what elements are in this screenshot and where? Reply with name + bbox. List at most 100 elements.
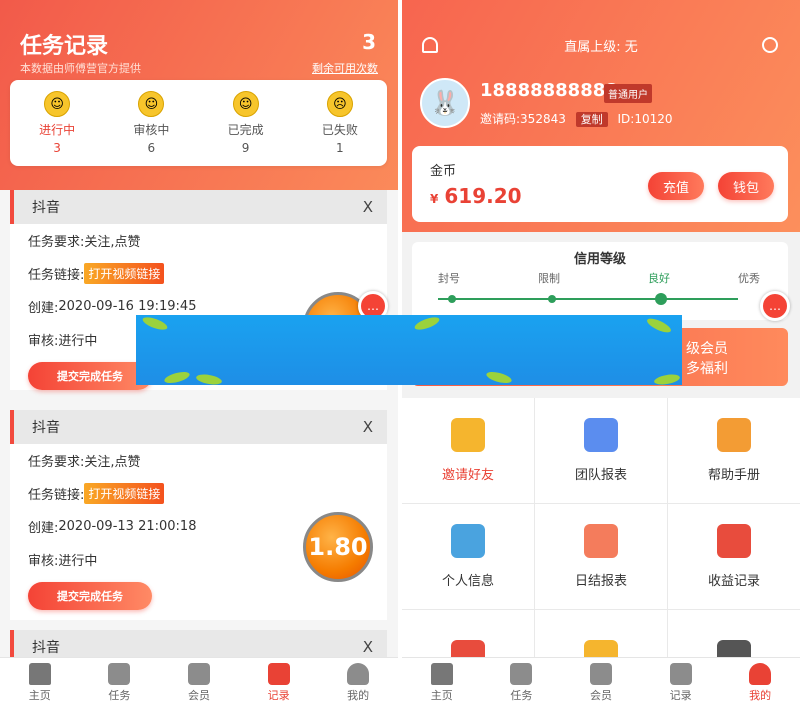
user-icon xyxy=(749,662,772,685)
home-icon xyxy=(28,662,51,685)
coin-amount: ¥619.20 xyxy=(430,184,522,208)
nav-records[interactable]: 记录 xyxy=(641,658,721,707)
credit-level-card: 信用等级 封号 限制 良好 优秀 xyxy=(412,242,788,320)
nav-mine[interactable]: 我的 xyxy=(318,658,398,707)
credit-level: 限制 xyxy=(538,272,560,285)
invite-code: 352843 xyxy=(520,112,566,126)
user-icon xyxy=(347,662,370,685)
reward-coin: 1.80 xyxy=(303,512,373,582)
leaf-decoration xyxy=(195,372,223,385)
id-card-icon xyxy=(451,524,485,558)
wallet-button[interactable]: 钱包 xyxy=(718,172,774,200)
nav-label: 会员 xyxy=(589,688,612,702)
avatar[interactable]: 🐰 xyxy=(420,78,470,128)
menu-personal-info[interactable]: 个人信息 xyxy=(402,504,534,609)
emoji-icon: ☹ xyxy=(326,91,353,117)
stat-count: 6 xyxy=(147,141,156,155)
id-label: ID: xyxy=(617,112,635,126)
task-header: 抖音 X xyxy=(10,190,387,224)
stat-count: 1 xyxy=(336,141,344,155)
menu-team-report[interactable]: 团队报表 xyxy=(535,398,667,503)
emoji-icon: ☺ xyxy=(232,91,259,117)
nav-home[interactable]: 主页 xyxy=(0,658,80,707)
nav-records[interactable]: 记录 xyxy=(239,658,319,707)
task-link: 任务链接: 打开视频链接 xyxy=(10,257,387,290)
nav-home[interactable]: 主页 xyxy=(402,658,482,707)
gear-icon[interactable] xyxy=(762,37,778,53)
menu-invite-friends[interactable]: 邀请好友 xyxy=(402,398,534,503)
task-platform: 抖音 xyxy=(32,200,60,216)
task-header: 抖音 X xyxy=(10,410,387,444)
stat-in-progress[interactable]: ☺ 进行中 3 xyxy=(22,91,92,155)
menu-label: 团队报表 xyxy=(574,468,627,483)
close-icon[interactable]: X xyxy=(363,198,373,216)
check-icon xyxy=(655,293,667,305)
task-platform: 抖音 xyxy=(32,420,60,436)
leaf-decoration xyxy=(413,315,441,333)
leaf-decoration xyxy=(163,369,191,385)
nav-label: 会员 xyxy=(187,688,210,702)
stat-label: 已失败 xyxy=(321,123,358,137)
emoji-icon: ☺ xyxy=(44,91,71,117)
nav-mine[interactable]: 我的 xyxy=(720,658,800,707)
recharge-button[interactable]: 充值 xyxy=(648,172,704,200)
field-label: 任务要求: xyxy=(28,455,85,470)
clipboard-icon xyxy=(669,662,692,685)
menu-label: 个人信息 xyxy=(441,574,494,589)
task-requirement: 任务要求: 关注,点赞 xyxy=(10,444,387,477)
leaf-decoration xyxy=(141,315,169,333)
user-phone: 18888888888 xyxy=(480,80,618,101)
menu-help[interactable]: 帮助手册 xyxy=(668,398,800,503)
chat-bubble-icon[interactable]: … xyxy=(760,291,790,321)
stat-completed[interactable]: ☺ 已完成 9 xyxy=(211,91,281,155)
currency-symbol: ¥ xyxy=(430,192,439,206)
nav-label: 我的 xyxy=(347,688,370,702)
task-link: 任务链接: 打开视频链接 xyxy=(10,477,387,510)
menu-label: 帮助手册 xyxy=(707,468,760,483)
grid-icon xyxy=(108,662,131,685)
coin-value: 619.20 xyxy=(444,184,522,208)
stat-failed[interactable]: ☹ 已失败 1 xyxy=(305,91,375,155)
credit-dot xyxy=(548,295,556,303)
nav-member[interactable]: 会员 xyxy=(561,658,641,707)
copy-button[interactable]: 复制 xyxy=(575,112,608,127)
coin-card: 金币 ¥619.20 充值 钱包 xyxy=(412,146,788,222)
user-id: 10120 xyxy=(634,112,673,126)
field-value: 进行中 xyxy=(58,554,98,569)
stat-label: 进行中 xyxy=(39,123,76,137)
superior-text: 直属上级: 无 xyxy=(564,40,638,55)
open-video-link-button[interactable]: 打开视频链接 xyxy=(84,263,165,284)
field-value: 2020-09-16 19:19:45 xyxy=(58,299,197,314)
nav-tasks[interactable]: 任务 xyxy=(80,658,160,707)
page-subtitle: 本数据由师傅营官方提供 xyxy=(20,62,141,75)
field-value: 2020-09-13 21:00:18 xyxy=(58,519,197,534)
stat-label: 已完成 xyxy=(227,123,264,137)
promo-line: 多福利 xyxy=(686,361,728,377)
grid-icon xyxy=(510,662,533,685)
menu-daily-report[interactable]: 日结报表 xyxy=(535,504,667,609)
close-icon[interactable]: X xyxy=(363,638,373,656)
nav-label: 任务 xyxy=(510,688,533,702)
stat-reviewing[interactable]: ☺ 审核中 6 xyxy=(116,91,186,155)
close-icon[interactable]: X xyxy=(363,418,373,436)
task-platform: 抖音 xyxy=(32,640,60,656)
money-bag-icon xyxy=(717,524,751,558)
nav-label: 我的 xyxy=(749,688,772,702)
remaining-label[interactable]: 剩余可用次数 xyxy=(312,60,378,76)
help-icon xyxy=(717,418,751,452)
bar-chart-icon xyxy=(584,524,618,558)
leaf-decoration xyxy=(645,315,673,336)
field-label: 任务要求: xyxy=(28,235,85,250)
home-icon xyxy=(430,662,453,685)
page-title: 任务记录 xyxy=(20,34,109,59)
layers-icon xyxy=(584,418,618,452)
nav-tasks[interactable]: 任务 xyxy=(482,658,562,707)
promo-line: 级会员 xyxy=(686,341,728,357)
submit-task-button[interactable]: 提交完成任务 xyxy=(28,582,152,610)
credit-level: 良好 xyxy=(648,272,670,285)
nav-member[interactable]: 会员 xyxy=(159,658,239,707)
open-video-link-button[interactable]: 打开视频链接 xyxy=(84,483,165,504)
submit-task-button[interactable]: 提交完成任务 xyxy=(28,362,152,390)
coin-label: 金币 xyxy=(430,164,457,179)
menu-earnings[interactable]: 收益记录 xyxy=(668,504,800,609)
